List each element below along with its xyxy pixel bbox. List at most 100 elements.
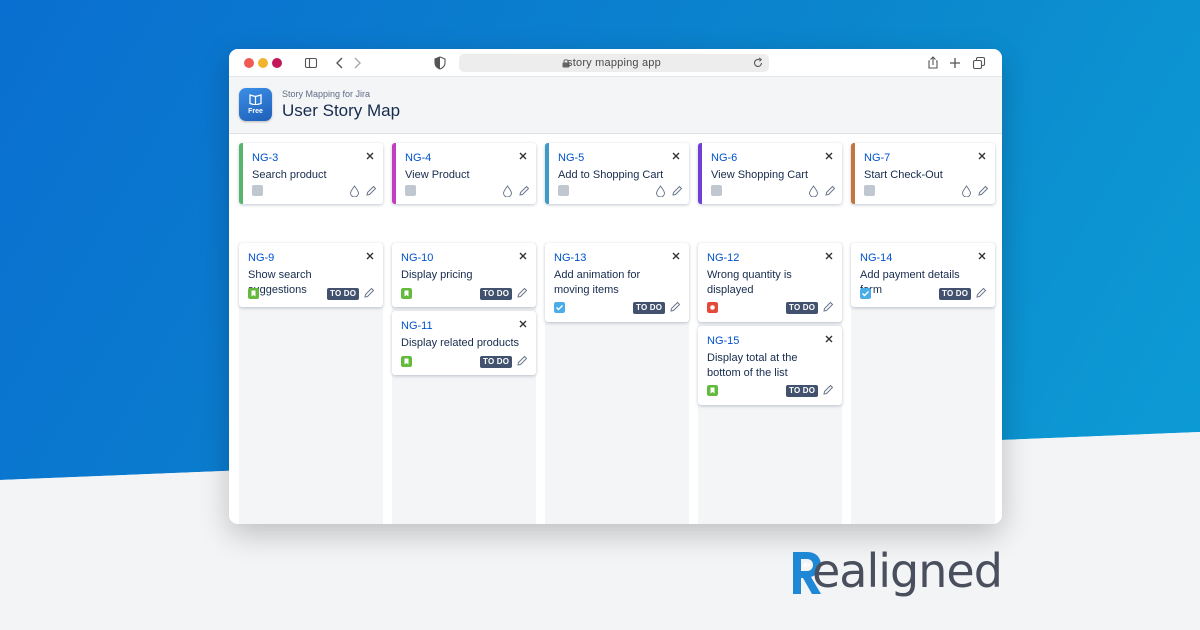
close-icon[interactable] bbox=[976, 250, 988, 262]
close-icon[interactable] bbox=[670, 250, 682, 262]
bug-icon bbox=[707, 302, 718, 313]
issue-title: Display related products bbox=[401, 337, 520, 349]
zoom-window-button[interactable] bbox=[272, 58, 282, 68]
address-bar[interactable]: story mapping app bbox=[459, 54, 769, 72]
status-badge[interactable]: TO DO bbox=[786, 302, 819, 314]
issue-key[interactable]: NG-12 bbox=[707, 252, 739, 264]
issue-key[interactable]: NG-14 bbox=[860, 252, 892, 264]
story-card[interactable]: NG-11 Display related products TO DO bbox=[392, 311, 536, 375]
epic-type-icon bbox=[558, 185, 569, 196]
privacy-shield-icon[interactable] bbox=[432, 55, 448, 71]
issue-key[interactable]: NG-9 bbox=[248, 252, 274, 264]
issue-key[interactable]: NG-5 bbox=[558, 152, 584, 164]
status-badge[interactable]: TO DO bbox=[480, 288, 513, 300]
story-card[interactable]: NG-9 Show search suggestions TO DO bbox=[239, 243, 383, 307]
drop-icon[interactable] bbox=[808, 185, 819, 197]
close-icon[interactable] bbox=[823, 333, 835, 345]
url-text: story mapping app bbox=[567, 57, 661, 69]
close-icon[interactable] bbox=[364, 250, 376, 262]
close-icon[interactable] bbox=[823, 150, 835, 162]
app-subtitle: Story Mapping for Jira bbox=[282, 89, 371, 99]
edit-pencil-icon[interactable] bbox=[516, 287, 528, 299]
drop-icon[interactable] bbox=[961, 185, 972, 197]
edit-pencil-icon[interactable] bbox=[669, 301, 681, 313]
issue-title: Start Check-Out bbox=[864, 169, 943, 181]
browser-titlebar: story mapping app bbox=[229, 49, 1002, 77]
close-icon[interactable] bbox=[517, 150, 529, 162]
epic-type-icon bbox=[405, 185, 416, 196]
epic-type-icon bbox=[252, 185, 263, 196]
edit-pencil-icon[interactable] bbox=[822, 384, 834, 396]
edit-pencil-icon[interactable] bbox=[977, 185, 989, 197]
edit-pencil-icon[interactable] bbox=[975, 287, 987, 299]
brand-wordmark: ealigned bbox=[812, 544, 1003, 598]
story-card[interactable]: NG-13 Add animation for moving items TO … bbox=[545, 243, 689, 322]
story-bookmark-icon bbox=[401, 288, 412, 299]
close-window-button[interactable] bbox=[244, 58, 254, 68]
status-badge[interactable]: TO DO bbox=[786, 385, 819, 397]
issue-key[interactable]: NG-11 bbox=[401, 320, 433, 332]
drop-icon[interactable] bbox=[502, 185, 513, 197]
issue-key[interactable]: NG-6 bbox=[711, 152, 737, 164]
issue-title: View Product bbox=[405, 169, 470, 181]
status-badge[interactable]: TO DO bbox=[480, 356, 513, 368]
epic-card[interactable]: NG-4 View Product bbox=[392, 143, 536, 204]
share-icon[interactable] bbox=[925, 55, 941, 71]
brand-logo: ealigned bbox=[790, 544, 1005, 604]
close-icon[interactable] bbox=[517, 250, 529, 262]
epic-card[interactable]: NG-5 Add to Shopping Cart bbox=[545, 143, 689, 204]
book-map-icon bbox=[249, 94, 262, 105]
epic-card[interactable]: NG-7 Start Check-Out bbox=[851, 143, 995, 204]
issue-key[interactable]: NG-15 bbox=[707, 335, 739, 347]
epic-card[interactable]: NG-6 View Shopping Cart bbox=[698, 143, 842, 204]
sidebar-icon[interactable] bbox=[303, 55, 319, 71]
story-card[interactable]: NG-12 Wrong quantity is displayed TO DO bbox=[698, 243, 842, 322]
story-map-board: NG-3 Search product NG-4 View Product NG… bbox=[229, 134, 1002, 524]
edit-pencil-icon[interactable] bbox=[824, 185, 836, 197]
issue-key[interactable]: NG-13 bbox=[554, 252, 586, 264]
issue-key[interactable]: NG-7 bbox=[864, 152, 890, 164]
tabs-overview-icon[interactable] bbox=[971, 55, 987, 71]
back-icon[interactable] bbox=[332, 55, 348, 71]
browser-window: story mapping app Free Story Mapping for… bbox=[229, 49, 1002, 524]
edit-pencil-icon[interactable] bbox=[516, 355, 528, 367]
story-card[interactable]: NG-10 Display pricing TO DO bbox=[392, 243, 536, 307]
close-icon[interactable] bbox=[976, 150, 988, 162]
new-tab-icon[interactable] bbox=[947, 55, 963, 71]
issue-title: View Shopping Cart bbox=[711, 169, 809, 181]
issue-title: Wrong quantity is displayed bbox=[707, 269, 792, 296]
page-title: User Story Map bbox=[282, 101, 401, 120]
drop-icon[interactable] bbox=[349, 185, 360, 197]
edit-pencil-icon[interactable] bbox=[365, 185, 377, 197]
forward-icon[interactable] bbox=[349, 55, 365, 71]
app-header: Free Story Mapping for Jira User Story M… bbox=[229, 77, 1002, 134]
task-check-icon bbox=[860, 288, 871, 299]
story-bookmark-icon bbox=[401, 356, 412, 367]
issue-title: Display pricing bbox=[401, 269, 473, 281]
minimize-window-button[interactable] bbox=[258, 58, 268, 68]
issue-key[interactable]: NG-3 bbox=[252, 152, 278, 164]
drop-icon[interactable] bbox=[655, 185, 666, 197]
edit-pencil-icon[interactable] bbox=[671, 185, 683, 197]
issue-key[interactable]: NG-4 bbox=[405, 152, 431, 164]
close-icon[interactable] bbox=[670, 150, 682, 162]
issue-title: Search product bbox=[252, 169, 327, 181]
story-card[interactable]: NG-15 Display total at the bottom of the… bbox=[698, 326, 842, 405]
epic-card[interactable]: NG-3 Search product bbox=[239, 143, 383, 204]
task-check-icon bbox=[554, 302, 565, 313]
edit-pencil-icon[interactable] bbox=[822, 301, 834, 313]
edit-pencil-icon[interactable] bbox=[363, 287, 375, 299]
issue-key[interactable]: NG-10 bbox=[401, 252, 433, 264]
status-badge[interactable]: TO DO bbox=[939, 288, 972, 300]
close-icon[interactable] bbox=[517, 318, 529, 330]
close-icon[interactable] bbox=[823, 250, 835, 262]
story-bookmark-icon bbox=[707, 385, 718, 396]
status-badge[interactable]: TO DO bbox=[633, 302, 666, 314]
close-icon[interactable] bbox=[364, 150, 376, 162]
app-logo: Free bbox=[239, 88, 272, 121]
reload-icon[interactable] bbox=[752, 57, 764, 69]
issue-title: Display total at the bottom of the list bbox=[707, 352, 798, 379]
story-card[interactable]: NG-14 Add payment details form TO DO bbox=[851, 243, 995, 307]
edit-pencil-icon[interactable] bbox=[518, 185, 530, 197]
status-badge[interactable]: TO DO bbox=[327, 288, 360, 300]
